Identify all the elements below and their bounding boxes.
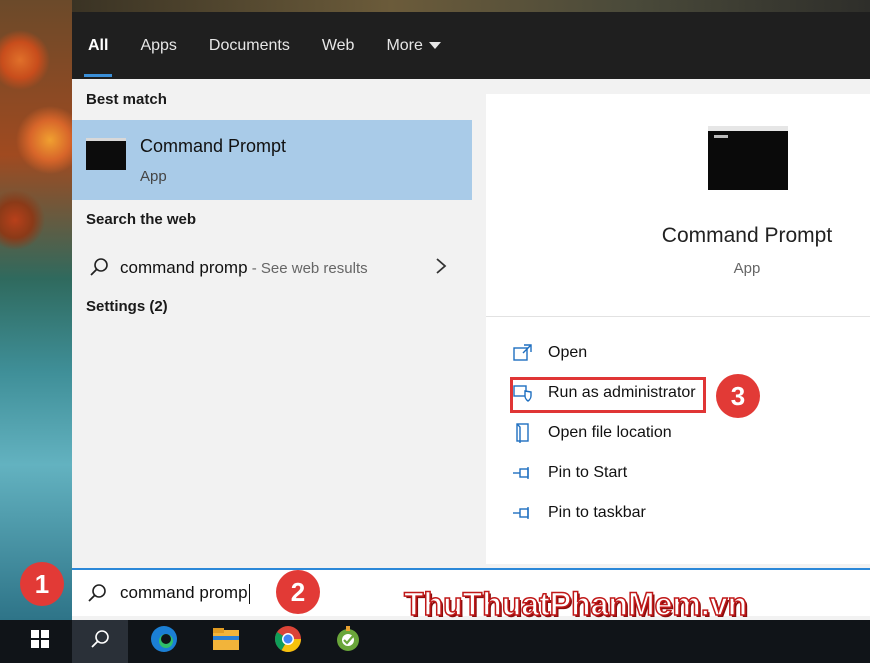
search-icon <box>86 582 108 609</box>
pin-to-start-label: Pin to Start <box>548 464 628 481</box>
command-prompt-large-icon <box>708 126 788 190</box>
start-search-panel: All Apps Documents Web More Best match C… <box>72 12 870 620</box>
preview-title: Command Prompt <box>661 224 833 247</box>
annotation-highlight-box <box>510 377 706 413</box>
pin-to-taskbar-action[interactable]: Pin to taskbar <box>512 498 646 528</box>
taskbar-edge[interactable] <box>136 620 192 663</box>
tab-more[interactable]: More <box>386 12 441 79</box>
start-button[interactable] <box>12 620 68 663</box>
results-list: Best match Command Prompt App Search the… <box>72 79 472 559</box>
search-tabs: All Apps Documents Web More <box>72 12 870 79</box>
tab-web[interactable]: Web <box>322 12 355 79</box>
tab-more-label: More <box>386 37 423 54</box>
open-file-location-action[interactable]: Open file location <box>512 418 672 448</box>
open-file-location-label: Open file location <box>548 424 672 441</box>
search-web-heading: Search the web <box>86 211 197 228</box>
web-results-hint: - See web results <box>247 260 368 277</box>
pin-to-start-action[interactable]: Pin to Start <box>512 458 627 488</box>
snip-tool-icon <box>333 624 363 659</box>
web-query: command promp - See web results <box>120 258 368 278</box>
taskbar <box>0 620 870 663</box>
taskbar-file-explorer[interactable] <box>198 620 254 663</box>
web-search-result[interactable]: command promp - See web results <box>72 250 472 286</box>
pin-to-taskbar-label: Pin to taskbar <box>548 504 646 521</box>
open-action[interactable]: Open <box>512 338 587 368</box>
pin-icon <box>512 502 534 524</box>
open-label: Open <box>548 344 588 361</box>
best-match-subtitle: App <box>140 168 167 185</box>
divider <box>486 316 870 317</box>
chrome-icon <box>273 624 303 659</box>
step-badge-2: 2 <box>276 570 320 614</box>
pin-icon <box>512 462 534 484</box>
taskbar-snip-tool[interactable] <box>320 620 376 663</box>
search-icon <box>88 256 110 283</box>
tab-all[interactable]: All <box>83 12 114 79</box>
tab-documents[interactable]: Documents <box>209 12 290 79</box>
best-match-heading: Best match <box>86 91 167 108</box>
file-location-icon <box>512 422 534 444</box>
best-match-title: Command Prompt <box>140 136 287 156</box>
wallpaper-top-strip <box>72 0 870 12</box>
best-match-item[interactable]: Command Prompt App <box>72 120 472 200</box>
desktop-wallpaper <box>0 0 72 620</box>
step-badge-1: 1 <box>20 562 64 606</box>
search-input[interactable]: command promp <box>120 583 250 604</box>
chevron-down-icon <box>428 42 441 50</box>
settings-heading: Settings (2) <box>86 298 168 315</box>
search-input-text: command promp <box>120 583 248 602</box>
windows-start-icon <box>30 629 50 654</box>
preview-subtitle: App <box>733 260 761 277</box>
edge-icon <box>149 624 179 659</box>
taskbar-search-button[interactable] <box>72 620 128 663</box>
watermark-suffix: .vn <box>700 585 748 623</box>
chevron-right-icon <box>434 256 448 282</box>
taskbar-chrome[interactable] <box>260 620 316 663</box>
web-query-text: command promp <box>120 258 248 277</box>
text-cursor <box>248 583 250 604</box>
command-prompt-icon <box>86 138 126 170</box>
step-badge-3: 3 <box>716 374 760 418</box>
preview-pane: Command Prompt App Open Run as administr… <box>486 94 870 564</box>
tab-apps[interactable]: Apps <box>140 12 176 79</box>
search-icon <box>89 628 111 655</box>
open-window-icon <box>512 342 534 364</box>
watermark-logo: ThuThuatPhanMem.vn <box>403 585 748 623</box>
file-explorer-icon <box>211 626 241 657</box>
watermark-main: ThuThuatPhanMem <box>403 585 701 623</box>
